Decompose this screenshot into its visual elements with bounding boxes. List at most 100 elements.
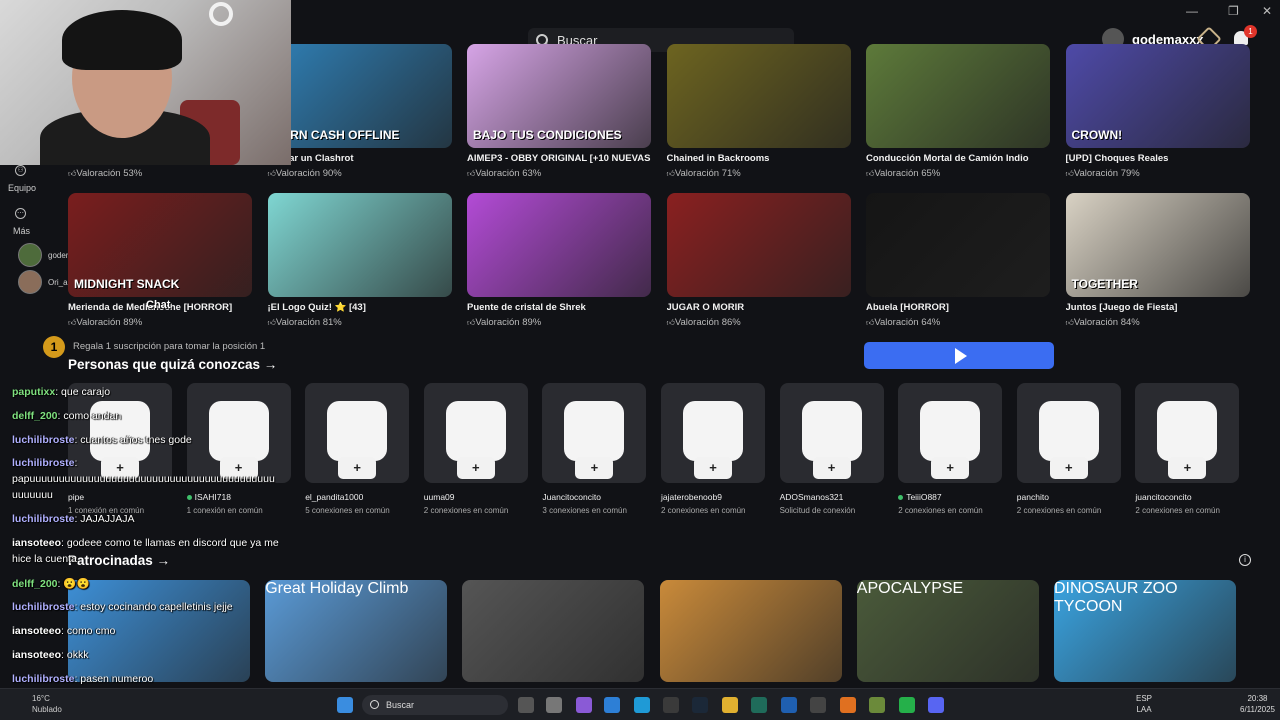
taskbar-search[interactable]: Buscar xyxy=(362,695,508,715)
person-name[interactable]: uuma09 xyxy=(424,492,528,502)
person-avatar[interactable]: + xyxy=(1016,383,1121,483)
game-card[interactable]: Conducción Mortal de Camión Indio Valorac… xyxy=(866,44,1050,179)
game-thumbnail[interactable]: EARN CASH OFFLINE xyxy=(267,44,452,148)
game-thumbnail[interactable]: MIDNIGHT SNACK xyxy=(68,193,252,297)
person-name[interactable]: ISAHI718 xyxy=(186,492,291,502)
person-card[interactable]: + el_pandita1000 5 conexiones en común xyxy=(305,383,410,515)
game-title[interactable]: Conducción Mortal de Camión Indio xyxy=(866,153,1050,164)
app-icon[interactable] xyxy=(840,697,856,713)
more-icon[interactable]: ⋯ xyxy=(15,208,26,219)
person-card[interactable]: + Juancitoconcito 3 conexiones en común xyxy=(542,383,647,515)
person-card[interactable]: + jajaterobenoob9 2 conexiones en común xyxy=(661,383,765,515)
person-avatar[interactable]: + xyxy=(779,383,884,483)
person-card[interactable]: + ISAHI718 1 conexión en común xyxy=(186,383,291,515)
game-thumbnail[interactable] xyxy=(666,44,851,148)
game-thumbnail[interactable] xyxy=(866,44,1050,148)
sidebar-item-team[interactable]: Equipo xyxy=(8,183,36,193)
game-title[interactable]: Puente de cristal de Shrek xyxy=(467,302,651,313)
add-friend-button[interactable]: + xyxy=(1168,457,1207,479)
edge-icon[interactable] xyxy=(634,697,650,713)
people-section-title[interactable]: Personas que quizá conozcas → xyxy=(68,357,277,372)
copilot-icon[interactable] xyxy=(576,697,592,713)
person-avatar[interactable]: + xyxy=(542,383,647,483)
windows-start-icon[interactable] xyxy=(337,697,353,713)
outlook-icon[interactable] xyxy=(781,697,797,713)
game-card[interactable]: Puente de cristal de Shrek Valoración 89% xyxy=(467,193,651,328)
sponsored-card[interactable]: DINOSAUR ZOO TYCOON xyxy=(1054,580,1236,682)
person-card[interactable]: + uuma09 2 conexiones en común xyxy=(423,383,528,515)
person-name[interactable]: Juancitoconcito xyxy=(542,492,646,502)
person-name[interactable]: TeiiiO887 xyxy=(898,492,1002,502)
obs-icon[interactable] xyxy=(810,697,826,713)
task-view-icon[interactable] xyxy=(518,697,534,713)
add-friend-button[interactable]: + xyxy=(456,457,495,479)
person-card[interactable]: + panchito 2 conexiones en común xyxy=(1016,383,1121,515)
person-card[interactable]: + juancitoconcito 2 conexiones en común xyxy=(1135,383,1240,515)
game-card[interactable]: CROWN! [UPD] Choques Reales Valoración 79% xyxy=(1065,44,1250,179)
whatsapp-icon[interactable] xyxy=(899,697,915,713)
person-name[interactable]: el_pandita1000 xyxy=(305,492,409,502)
person-name[interactable]: panchito xyxy=(1017,492,1121,502)
terminal-icon[interactable] xyxy=(751,697,767,713)
person-avatar[interactable]: + xyxy=(423,383,528,483)
close-button[interactable]: ✕ xyxy=(1262,4,1272,18)
game-thumbnail[interactable]: BAJO TUS CONDICIONES xyxy=(467,44,651,148)
person-avatar[interactable]: + xyxy=(186,383,291,483)
roblox-app-icon[interactable] xyxy=(546,697,562,713)
game-thumbnail[interactable]: CROWN! xyxy=(1065,44,1250,148)
person-avatar[interactable]: + xyxy=(1135,383,1240,483)
person-card[interactable]: + TeiiiO887 2 conexiones en común xyxy=(898,383,1003,515)
game-title[interactable]: Chained in Backrooms xyxy=(667,153,851,164)
game-title[interactable]: ¡Robar un Clashrot xyxy=(268,153,452,164)
game-thumbnail[interactable]: TOGETHER xyxy=(1065,193,1250,297)
game-title[interactable]: Abuela [HORROR] xyxy=(866,302,1050,313)
add-friend-button[interactable]: + xyxy=(338,457,377,479)
game-thumbnail[interactable] xyxy=(267,193,452,297)
game-title[interactable]: AIMEP3 - OBBY ORIGINAL [+10 NUEVAS ... xyxy=(467,153,651,164)
sponsored-card[interactable]: APOCALYPSE xyxy=(856,580,1039,682)
minimize-button[interactable]: — xyxy=(1186,4,1198,18)
game-title[interactable]: [UPD] Choques Reales xyxy=(1066,153,1250,164)
info-icon[interactable]: i xyxy=(1239,554,1251,566)
play-button[interactable] xyxy=(864,342,1054,369)
sponsored-section-title[interactable]: Patrocinadas → xyxy=(68,553,170,568)
add-friend-button[interactable]: + xyxy=(812,457,851,479)
language-indicator[interactable]: ESP LAA xyxy=(1136,693,1152,715)
sponsored-card[interactable]: Great Holiday Climb xyxy=(265,580,448,682)
game-title[interactable]: ¡El Logo Quiz! ⭐ [43] xyxy=(268,302,452,313)
person-card[interactable]: + ADOSmanos321 Solicitud de conexión xyxy=(779,383,884,515)
person-avatar[interactable]: + xyxy=(661,383,765,483)
person-name[interactable]: ADOSmanos321 xyxy=(780,492,884,502)
clock[interactable]: 20:38 6/11/2025 xyxy=(1240,693,1275,715)
team-icon[interactable]: ⚇ xyxy=(15,165,26,176)
game-thumbnail[interactable] xyxy=(467,193,651,297)
folder-icon[interactable] xyxy=(722,697,738,713)
game-card[interactable]: BAJO TUS CONDICIONES AIMEP3 - OBBY ORIGIN… xyxy=(467,44,651,179)
sponsored-card[interactable] xyxy=(659,580,842,682)
steam-icon[interactable] xyxy=(692,697,708,713)
add-friend-button[interactable]: + xyxy=(931,457,970,479)
person-name[interactable]: juancitoconcito xyxy=(1135,492,1239,502)
person-avatar[interactable]: + xyxy=(898,383,1003,483)
weather-widget[interactable]: 16°C Nublado xyxy=(32,693,62,715)
person-name[interactable]: pipe xyxy=(68,492,172,502)
sidebar-item-more[interactable]: Más xyxy=(13,226,30,236)
game-card[interactable]: TOGETHER Juntos [Juego de Fiesta] Valoraci… xyxy=(1065,193,1250,328)
discord-icon[interactable] xyxy=(928,697,944,713)
game-title[interactable]: JUGAR O MORIR xyxy=(667,302,851,313)
game-card[interactable]: EARN CASH OFFLINE ¡Robar un Clashrot Valor… xyxy=(267,44,452,179)
game-card[interactable]: JUGAR O MORIR Valoración 86% xyxy=(666,193,851,328)
person-avatar[interactable]: + xyxy=(305,383,410,483)
game-card[interactable]: Abuela [HORROR] Valoración 64% xyxy=(866,193,1050,328)
maximize-button[interactable]: ❐ xyxy=(1228,4,1239,18)
game-card[interactable]: Chained in Backrooms Valoración 71% xyxy=(666,44,851,179)
person-card[interactable]: + pipe 1 conexión en común xyxy=(68,383,172,515)
store-icon[interactable] xyxy=(604,697,620,713)
xbox-icon[interactable] xyxy=(663,697,679,713)
game-card[interactable]: ¡El Logo Quiz! ⭐ [43] Valoración 81% xyxy=(267,193,452,328)
add-friend-button[interactable]: + xyxy=(694,457,732,479)
add-friend-button[interactable]: + xyxy=(575,457,614,479)
add-friend-button[interactable]: + xyxy=(1049,457,1088,479)
person-avatar[interactable]: + xyxy=(68,383,172,483)
game-title[interactable]: Juntos [Juego de Fiesta] xyxy=(1066,302,1250,313)
